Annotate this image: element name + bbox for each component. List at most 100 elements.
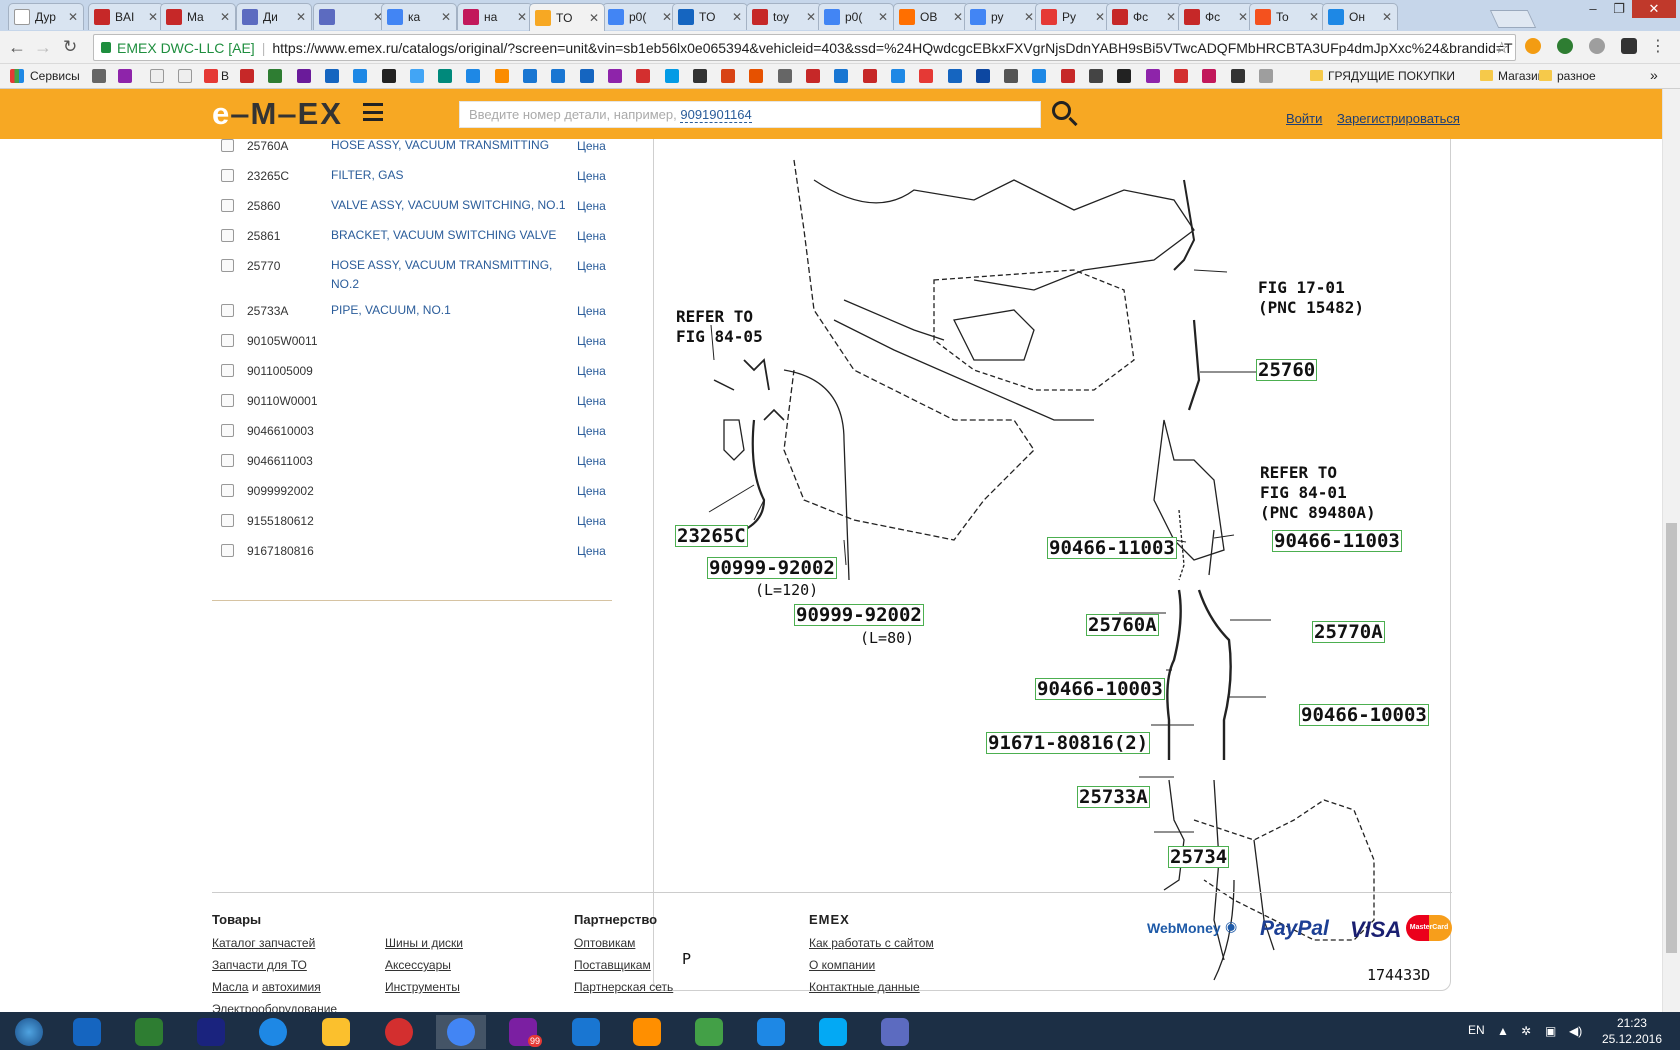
part-name-link[interactable]: PIPE, VACUUM, NO.1 (331, 301, 566, 320)
bookmark-icon[interactable] (890, 69, 905, 83)
cloud-extension-icon[interactable] (1589, 38, 1605, 54)
bookmark-icon[interactable] (721, 69, 736, 83)
tab-close-icon[interactable]: ✕ (1024, 10, 1034, 24)
price-link[interactable]: Цена (577, 304, 606, 318)
footer-link-howto[interactable]: Как работать с сайтом (809, 936, 934, 950)
forward-icon[interactable]: → (34, 37, 52, 57)
bookmark-icon[interactable] (1173, 69, 1188, 83)
callout-90999-92002[interactable]: 90999-92002 (707, 557, 837, 579)
tab-close-icon[interactable]: ✕ (878, 10, 888, 24)
tab-close-icon[interactable]: ✕ (1382, 10, 1392, 24)
price-link[interactable]: Цена (577, 229, 606, 243)
bookmark-icon[interactable] (664, 69, 679, 83)
register-link[interactable]: Зарегистрироваться (1337, 111, 1460, 126)
price-link[interactable]: Цена (577, 514, 606, 528)
tab-close-icon[interactable]: ✕ (68, 10, 78, 24)
price-link[interactable]: Цена (577, 424, 606, 438)
tab-close-icon[interactable]: ✕ (1309, 10, 1319, 24)
new-tab-button[interactable] (1489, 10, 1537, 28)
bookmark-icon[interactable] (1117, 69, 1132, 83)
price-link[interactable]: Цена (577, 334, 606, 348)
app-icon[interactable] (622, 1015, 672, 1049)
price-link[interactable]: Цена (577, 394, 606, 408)
price-link[interactable]: Цена (577, 259, 606, 273)
price-link[interactable]: Цена (577, 454, 606, 468)
bookmark-icon[interactable] (118, 69, 132, 83)
maximize-button[interactable]: ❐ (1606, 0, 1632, 18)
part-checkbox[interactable] (221, 229, 234, 242)
footer-link-oils[interactable]: Масла (212, 980, 248, 994)
clock[interactable]: 21:23 25.12.2016 (1602, 1015, 1662, 1047)
footer-link-catalog[interactable]: Каталог запчастей (212, 936, 315, 950)
part-checkbox[interactable] (221, 514, 234, 527)
bookmark-icon[interactable] (607, 69, 622, 83)
browser-tab[interactable]: To ✕ (1249, 3, 1325, 30)
browser-tab[interactable]: Он ✕ (1322, 3, 1398, 30)
browser-tab[interactable]: Ру ✕ (1035, 3, 1111, 30)
bookmark-icon[interactable] (494, 69, 509, 83)
back-icon[interactable]: ← (8, 37, 26, 57)
browser-tab[interactable]: на ✕ (457, 3, 533, 30)
emex-logo[interactable]: e‒M‒EX (212, 97, 343, 131)
callout-25734[interactable]: 25734 (1168, 846, 1230, 868)
callout-90999-92002[interactable]: 90999-92002 (794, 604, 924, 626)
part-name-link[interactable]: FILTER, GAS (331, 166, 566, 185)
idc-icon[interactable] (186, 1015, 236, 1049)
bookmark-icon[interactable] (1258, 69, 1273, 83)
chrome-icon[interactable] (436, 1015, 486, 1049)
part-checkbox[interactable] (221, 304, 234, 317)
app-icon[interactable] (684, 1015, 734, 1049)
part-checkbox[interactable] (221, 199, 234, 212)
shield-extension-icon[interactable] (1621, 38, 1637, 54)
bookmark-folder-misc[interactable]: разное (1539, 69, 1596, 83)
tab-close-icon[interactable]: ✕ (732, 10, 742, 24)
part-checkbox[interactable] (221, 394, 234, 407)
bookmark-icon[interactable] (862, 69, 877, 83)
browser-tab[interactable]: BAI ✕ (88, 3, 164, 30)
callout-90466-11003[interactable]: 90466-11003 (1047, 537, 1177, 559)
explorer-icon[interactable] (311, 1015, 361, 1049)
browser-tab[interactable]: Фс ✕ (1106, 3, 1182, 30)
reload-icon[interactable]: ↻ (63, 37, 77, 57)
bookmark-icon[interactable] (523, 69, 537, 83)
refer-to-note[interactable]: REFER TO FIG 84-05 (676, 307, 763, 347)
search-example-link[interactable]: 9091901164 (680, 107, 752, 123)
opera-icon[interactable] (374, 1015, 424, 1049)
menu-burger-icon[interactable] (363, 103, 383, 121)
bookmark-icon[interactable] (466, 69, 481, 83)
tab-close-icon[interactable]: ✕ (953, 10, 963, 24)
callout-25770a[interactable]: 25770A (1312, 621, 1385, 643)
bookmark-icon[interactable] (1145, 69, 1160, 83)
bookmark-icon[interactable] (92, 69, 106, 83)
close-window-button[interactable]: ✕ (1632, 0, 1676, 18)
bookmark-icon[interactable] (692, 69, 707, 83)
price-link[interactable]: Цена (577, 139, 606, 153)
footer-link-tires[interactable]: Шины и диски (385, 936, 463, 950)
bookmark-star-icon[interactable]: ☆ (1495, 38, 1509, 58)
bookmark-icon[interactable] (919, 69, 934, 83)
apps-icon[interactable] (10, 69, 24, 83)
bookmark-icon[interactable] (947, 69, 962, 83)
browser-tab[interactable]: ру ✕ (964, 3, 1040, 30)
footer-link-accessories[interactable]: Аксессуары (385, 958, 451, 972)
bookmark-icon[interactable] (438, 69, 453, 83)
price-link[interactable]: Цена (577, 364, 606, 378)
browser-tab[interactable]: OB ✕ (893, 3, 969, 30)
bookmark-icon[interactable] (636, 69, 651, 83)
footer-link-electrical[interactable]: Электрооборудование (212, 1002, 337, 1012)
part-checkbox[interactable] (221, 424, 234, 437)
browser-tab[interactable]: TO ✕ (672, 3, 748, 30)
teamviewer-icon[interactable] (746, 1015, 796, 1049)
browser-tab[interactable]: Ma ✕ (160, 3, 236, 30)
browser-tab[interactable]: Фс ✕ (1178, 3, 1254, 30)
start-button[interactable] (4, 1015, 54, 1049)
tab-close-icon[interactable]: ✕ (1166, 10, 1176, 24)
price-link[interactable]: Цена (577, 169, 606, 183)
bookmark-icon[interactable] (806, 69, 820, 83)
tab-close-icon[interactable]: ✕ (662, 10, 672, 24)
search-icon[interactable] (1052, 101, 1078, 127)
bookmark-icon[interactable] (1060, 69, 1075, 83)
callout-90466-11003[interactable]: 90466-11003 (1272, 530, 1402, 552)
fig-reference-note[interactable]: FIG 17-01 (PNC 15482) (1258, 278, 1364, 318)
part-checkbox[interactable] (221, 334, 234, 347)
